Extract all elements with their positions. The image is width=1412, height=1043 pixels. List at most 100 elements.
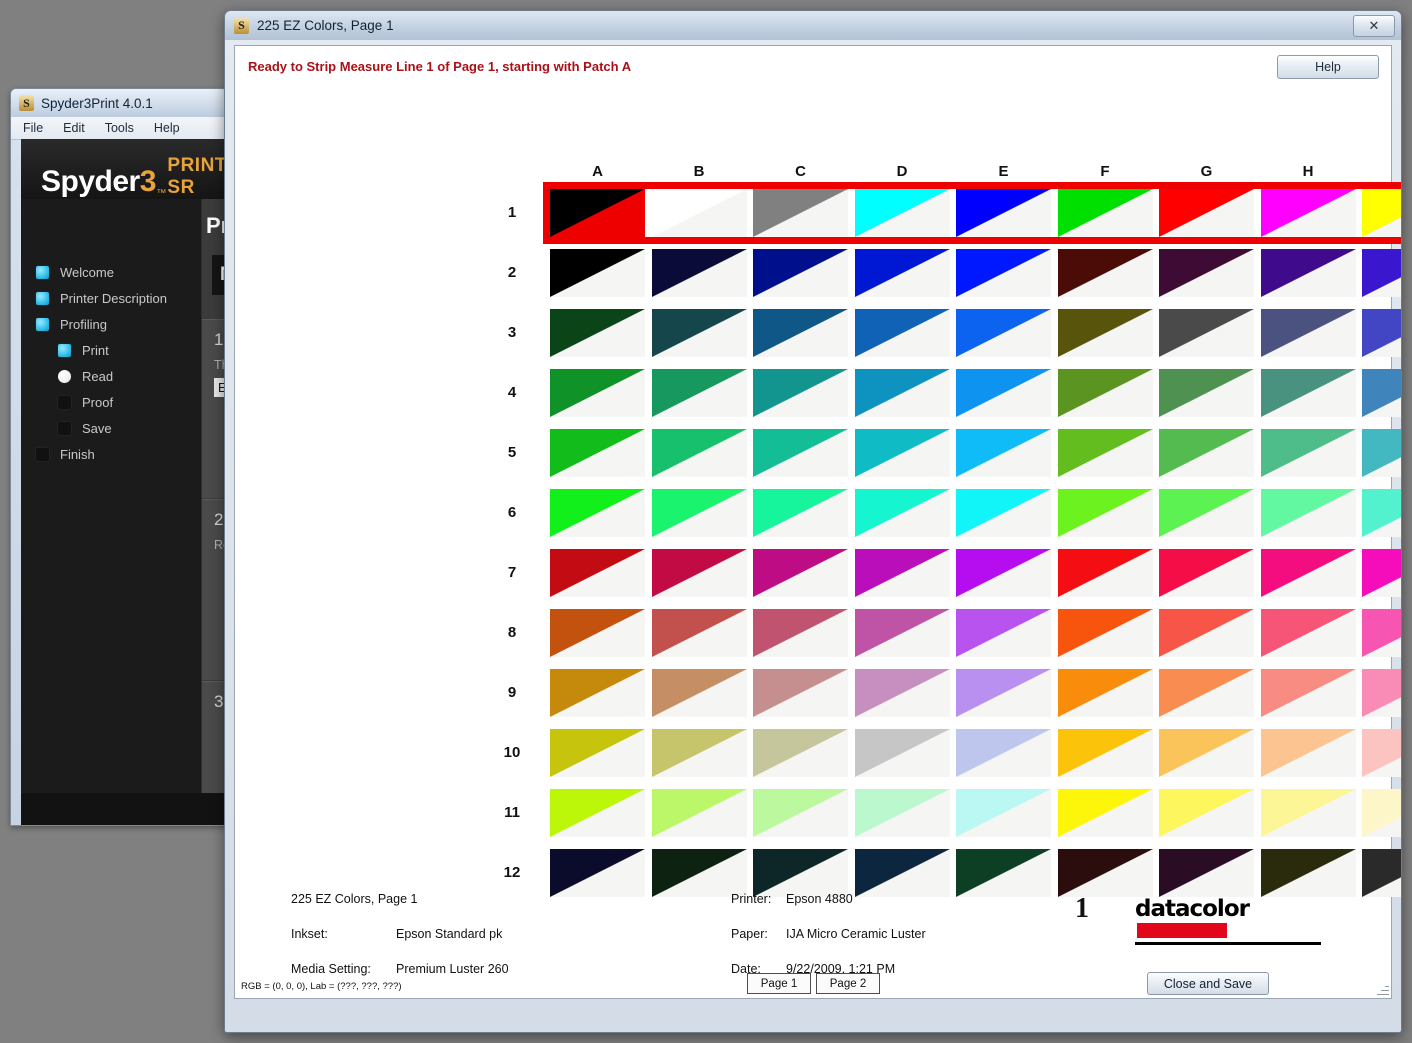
color-patch-E5[interactable] xyxy=(956,429,1051,477)
color-patch-G11[interactable] xyxy=(1159,789,1254,837)
color-patch-D6[interactable] xyxy=(855,489,950,537)
color-patch-B2[interactable] xyxy=(652,249,747,297)
color-patch-I12[interactable] xyxy=(1362,849,1402,897)
color-patch-B1[interactable] xyxy=(652,189,747,237)
color-patch-G5[interactable] xyxy=(1159,429,1254,477)
color-patch-G6[interactable] xyxy=(1159,489,1254,537)
color-patch-H11[interactable] xyxy=(1261,789,1356,837)
color-patch-H1[interactable] xyxy=(1261,189,1356,237)
color-patch-F6[interactable] xyxy=(1058,489,1153,537)
color-patch-E8[interactable] xyxy=(956,609,1051,657)
color-patch-C9[interactable] xyxy=(753,669,848,717)
ez-colors-window[interactable]: S 225 EZ Colors, Page 1 ✕ Ready to Strip… xyxy=(224,10,1402,1033)
spyder-titlebar[interactable]: S Spyder3Print 4.0.1 xyxy=(11,89,227,117)
color-patch-G7[interactable] xyxy=(1159,549,1254,597)
color-patch-I8[interactable] xyxy=(1362,609,1402,657)
color-patch-C3[interactable] xyxy=(753,309,848,357)
color-patch-D7[interactable] xyxy=(855,549,950,597)
page-button-group[interactable]: Page 1 Page 2 xyxy=(747,973,880,994)
color-patch-B7[interactable] xyxy=(652,549,747,597)
color-patch-I10[interactable] xyxy=(1362,729,1402,777)
color-patch-C8[interactable] xyxy=(753,609,848,657)
color-patch-C5[interactable] xyxy=(753,429,848,477)
close-icon[interactable]: ✕ xyxy=(1353,15,1395,37)
color-patch-B9[interactable] xyxy=(652,669,747,717)
color-patch-E11[interactable] xyxy=(956,789,1051,837)
menu-item-help[interactable]: Help xyxy=(154,121,180,135)
color-patch-B12[interactable] xyxy=(652,849,747,897)
menu-item-edit[interactable]: Edit xyxy=(63,121,85,135)
sidebar-item-welcome[interactable]: Welcome xyxy=(21,259,201,285)
resize-grip[interactable] xyxy=(1376,983,1389,996)
color-patch-F3[interactable] xyxy=(1058,309,1153,357)
color-patch-B4[interactable] xyxy=(652,369,747,417)
color-patch-A12[interactable] xyxy=(550,849,645,897)
color-patch-E9[interactable] xyxy=(956,669,1051,717)
color-patch-C1[interactable] xyxy=(753,189,848,237)
sidebar-item-proof[interactable]: Proof xyxy=(21,389,201,415)
color-patch-H4[interactable] xyxy=(1261,369,1356,417)
color-patch-E2[interactable] xyxy=(956,249,1051,297)
color-patch-F4[interactable] xyxy=(1058,369,1153,417)
color-patch-F11[interactable] xyxy=(1058,789,1153,837)
color-patch-H5[interactable] xyxy=(1261,429,1356,477)
color-patch-A9[interactable] xyxy=(550,669,645,717)
color-patch-H7[interactable] xyxy=(1261,549,1356,597)
color-patch-H8[interactable] xyxy=(1261,609,1356,657)
color-patch-C7[interactable] xyxy=(753,549,848,597)
spyder3print-window[interactable]: S Spyder3Print 4.0.1 File Edit Tools Hel… xyxy=(10,88,228,826)
chart-titlebar[interactable]: S 225 EZ Colors, Page 1 ✕ xyxy=(225,11,1401,40)
color-patch-B10[interactable] xyxy=(652,729,747,777)
color-patch-G12[interactable] xyxy=(1159,849,1254,897)
menu-item-tools[interactable]: Tools xyxy=(105,121,134,135)
color-patch-D4[interactable] xyxy=(855,369,950,417)
color-patch-G2[interactable] xyxy=(1159,249,1254,297)
sidebar-item-finish[interactable]: Finish xyxy=(21,441,201,467)
color-patch-G1[interactable] xyxy=(1159,189,1254,237)
sidebar-item-read[interactable]: Read xyxy=(21,363,201,389)
color-patch-C12[interactable] xyxy=(753,849,848,897)
color-patch-H10[interactable] xyxy=(1261,729,1356,777)
spyder-menubar[interactable]: File Edit Tools Help xyxy=(11,117,227,140)
color-patch-B11[interactable] xyxy=(652,789,747,837)
color-patch-B6[interactable] xyxy=(652,489,747,537)
color-patch-F1[interactable] xyxy=(1058,189,1153,237)
color-patch-H12[interactable] xyxy=(1261,849,1356,897)
page-1-button[interactable]: Page 1 xyxy=(747,973,811,994)
color-patch-I1[interactable] xyxy=(1362,189,1402,237)
color-patch-F2[interactable] xyxy=(1058,249,1153,297)
color-patch-F7[interactable] xyxy=(1058,549,1153,597)
color-patch-D10[interactable] xyxy=(855,729,950,777)
help-button[interactable]: Help xyxy=(1277,55,1379,79)
color-patch-E6[interactable] xyxy=(956,489,1051,537)
color-patch-G4[interactable] xyxy=(1159,369,1254,417)
color-patch-E10[interactable] xyxy=(956,729,1051,777)
color-patch-F10[interactable] xyxy=(1058,729,1153,777)
color-patch-B5[interactable] xyxy=(652,429,747,477)
color-patch-I7[interactable] xyxy=(1362,549,1402,597)
sidebar-item-print[interactable]: Print xyxy=(21,337,201,363)
color-patch-I9[interactable] xyxy=(1362,669,1402,717)
color-patch-C4[interactable] xyxy=(753,369,848,417)
color-patch-I3[interactable] xyxy=(1362,309,1402,357)
color-patch-A8[interactable] xyxy=(550,609,645,657)
color-patch-F12[interactable] xyxy=(1058,849,1153,897)
sidebar-item-profiling[interactable]: Profiling xyxy=(21,311,201,337)
color-patch-F8[interactable] xyxy=(1058,609,1153,657)
spyder-step-sidebar[interactable]: WelcomePrinter DescriptionProfilingPrint… xyxy=(21,199,202,825)
color-patch-A4[interactable] xyxy=(550,369,645,417)
color-patch-I2[interactable] xyxy=(1362,249,1402,297)
color-patch-I11[interactable] xyxy=(1362,789,1402,837)
color-patch-I4[interactable] xyxy=(1362,369,1402,417)
color-patch-G10[interactable] xyxy=(1159,729,1254,777)
color-patch-A2[interactable] xyxy=(550,249,645,297)
color-patch-A6[interactable] xyxy=(550,489,645,537)
color-patch-A11[interactable] xyxy=(550,789,645,837)
color-patch-G8[interactable] xyxy=(1159,609,1254,657)
color-patch-D12[interactable] xyxy=(855,849,950,897)
color-patch-C11[interactable] xyxy=(753,789,848,837)
color-patch-D2[interactable] xyxy=(855,249,950,297)
color-patch-C10[interactable] xyxy=(753,729,848,777)
color-patch-B3[interactable] xyxy=(652,309,747,357)
color-patch-C6[interactable] xyxy=(753,489,848,537)
